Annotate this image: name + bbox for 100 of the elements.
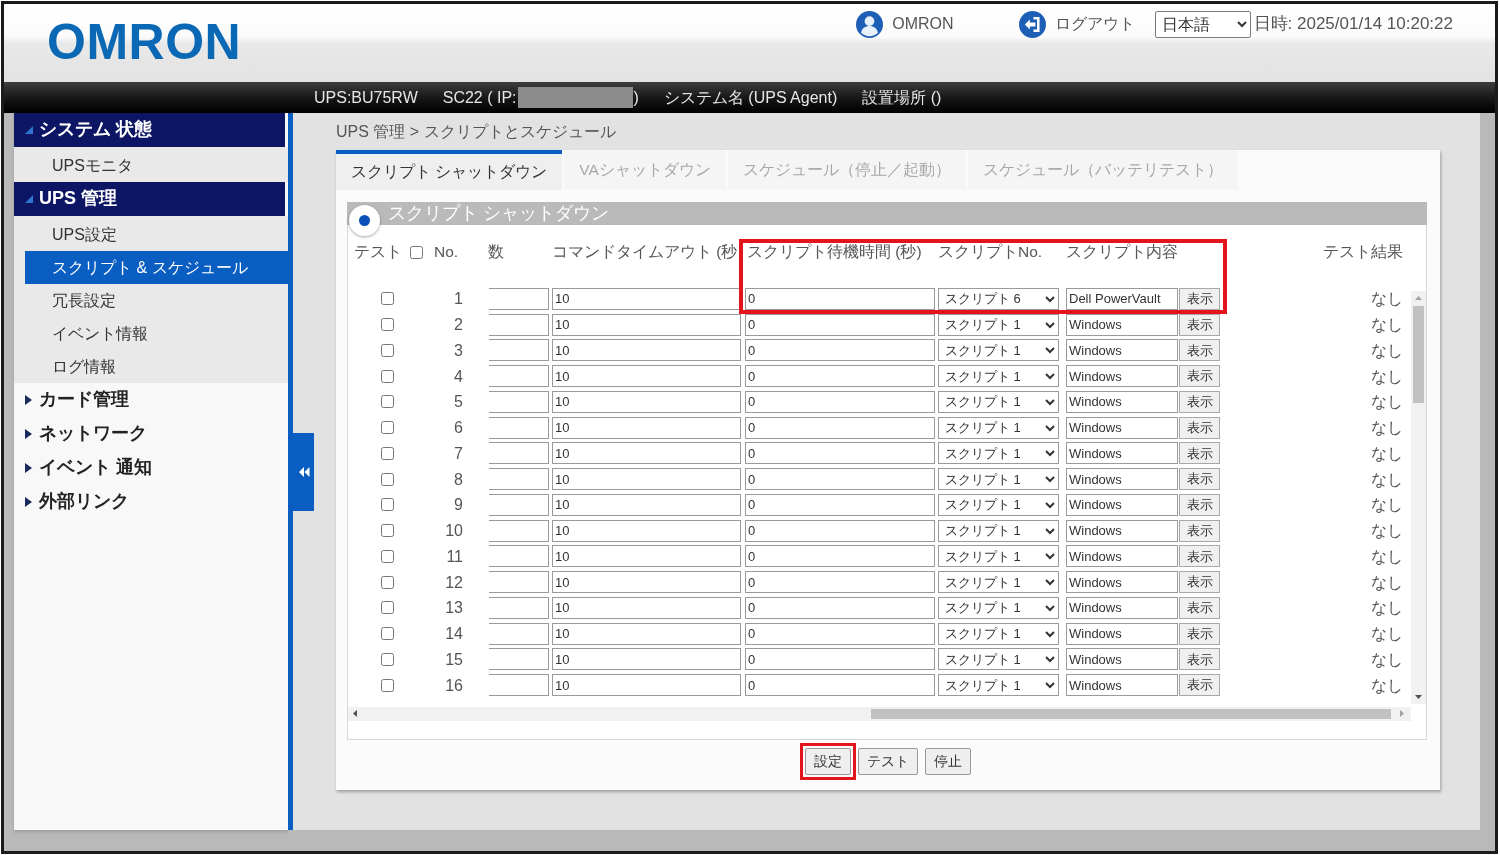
row-checkbox[interactable]	[381, 369, 394, 383]
arrow-right-icon[interactable]	[1400, 710, 1404, 717]
count-field[interactable]	[489, 545, 549, 568]
show-button[interactable]: 表示	[1179, 519, 1220, 542]
timeout-field[interactable]: 10	[552, 365, 741, 388]
sidebar-item[interactable]: ログ情報	[14, 350, 288, 383]
script-content-field[interactable]: Windows	[1066, 519, 1178, 542]
show-button[interactable]: 表示	[1179, 596, 1220, 619]
logout-link[interactable]: ログアウト	[1018, 10, 1135, 38]
show-button[interactable]: 表示	[1179, 339, 1220, 362]
show-button[interactable]: 表示	[1179, 365, 1220, 388]
timeout-field[interactable]: 10	[552, 545, 741, 568]
timeout-field[interactable]: 10	[552, 571, 741, 594]
timeout-field[interactable]: 10	[552, 519, 741, 542]
sidebar-group[interactable]: システム 状態	[14, 113, 285, 147]
script-content-field[interactable]: Windows	[1066, 596, 1178, 619]
script-content-field[interactable]: Windows	[1066, 648, 1178, 671]
stop-button[interactable]: 停止	[925, 748, 971, 775]
script-content-field[interactable]: Windows	[1066, 416, 1178, 439]
wait-time-field[interactable]: 0	[745, 442, 935, 465]
script-select[interactable]: スクリプト 1	[938, 416, 1059, 439]
script-content-field[interactable]: Windows	[1066, 493, 1178, 516]
timeout-field[interactable]: 10	[552, 442, 741, 465]
count-field[interactable]	[489, 468, 549, 491]
radio-button[interactable]	[349, 205, 380, 236]
wait-time-field[interactable]: 0	[745, 365, 935, 388]
script-content-field[interactable]: Windows	[1066, 674, 1178, 697]
sidebar-group[interactable]: イベント 通知	[14, 451, 288, 485]
count-field[interactable]	[489, 339, 549, 362]
script-select[interactable]: スクリプト 1	[938, 390, 1059, 413]
timeout-field[interactable]: 10	[552, 416, 741, 439]
sidebar-item[interactable]: UPSモニタ	[14, 149, 288, 182]
row-checkbox[interactable]	[381, 318, 394, 332]
count-field[interactable]	[489, 674, 549, 697]
timeout-field[interactable]: 10	[552, 674, 741, 697]
script-select[interactable]: スクリプト 1	[938, 519, 1059, 542]
scrollbar-thumb[interactable]	[1413, 306, 1424, 403]
show-button[interactable]: 表示	[1179, 468, 1220, 491]
script-select[interactable]: スクリプト 1	[938, 596, 1059, 619]
count-field[interactable]	[489, 313, 549, 336]
collapse-handle[interactable]	[293, 433, 314, 511]
timeout-field[interactable]: 10	[552, 648, 741, 671]
row-checkbox[interactable]	[381, 498, 394, 512]
count-field[interactable]	[489, 571, 549, 594]
count-field[interactable]	[489, 493, 549, 516]
arrow-up-icon[interactable]	[1415, 296, 1422, 300]
timeout-field[interactable]: 10	[552, 493, 741, 516]
script-content-field[interactable]: Dell PowerVault	[1066, 287, 1178, 310]
wait-time-field[interactable]: 0	[745, 468, 935, 491]
script-select[interactable]: スクリプト 1	[938, 365, 1059, 388]
show-button[interactable]: 表示	[1179, 442, 1220, 465]
count-field[interactable]	[489, 442, 549, 465]
row-checkbox[interactable]	[381, 575, 394, 589]
tab[interactable]: スクリプト シャットダウン	[336, 150, 563, 190]
script-select[interactable]: スクリプト 1	[938, 674, 1059, 697]
count-field[interactable]	[489, 287, 549, 310]
script-select[interactable]: スクリプト 1	[938, 571, 1059, 594]
wait-time-field[interactable]: 0	[745, 545, 935, 568]
timeout-field[interactable]: 10	[552, 287, 741, 310]
count-field[interactable]	[489, 519, 549, 542]
count-field[interactable]	[489, 390, 549, 413]
row-checkbox[interactable]	[381, 472, 394, 486]
timeout-field[interactable]: 10	[552, 596, 741, 619]
horizontal-scrollbar[interactable]	[348, 707, 1411, 721]
count-field[interactable]	[489, 596, 549, 619]
script-select[interactable]: スクリプト 1	[938, 493, 1059, 516]
script-content-field[interactable]: Windows	[1066, 390, 1178, 413]
show-button[interactable]: 表示	[1179, 571, 1220, 594]
wait-time-field[interactable]: 0	[745, 571, 935, 594]
select-all-checkbox[interactable]	[410, 245, 423, 259]
row-checkbox[interactable]	[381, 549, 394, 563]
script-select[interactable]: スクリプト 1	[938, 648, 1059, 671]
timeout-field[interactable]: 10	[552, 339, 741, 362]
show-button[interactable]: 表示	[1179, 287, 1220, 310]
script-select[interactable]: スクリプト 1	[938, 545, 1059, 568]
show-button[interactable]: 表示	[1179, 416, 1220, 439]
sidebar-item[interactable]: UPS設定	[14, 218, 288, 251]
script-content-field[interactable]: Windows	[1066, 339, 1178, 362]
script-content-field[interactable]: Windows	[1066, 468, 1178, 491]
script-content-field[interactable]: Windows	[1066, 571, 1178, 594]
wait-time-field[interactable]: 0	[745, 287, 935, 310]
script-select[interactable]: スクリプト 1	[938, 622, 1059, 645]
script-content-field[interactable]: Windows	[1066, 545, 1178, 568]
wait-time-field[interactable]: 0	[745, 674, 935, 697]
wait-time-field[interactable]: 0	[745, 390, 935, 413]
arrow-left-icon[interactable]	[353, 710, 357, 717]
timeout-field[interactable]: 10	[552, 468, 741, 491]
sidebar-group[interactable]: カード管理	[14, 383, 288, 417]
show-button[interactable]: 表示	[1179, 313, 1220, 336]
show-button[interactable]: 表示	[1179, 648, 1220, 671]
row-checkbox[interactable]	[381, 524, 394, 538]
show-button[interactable]: 表示	[1179, 622, 1220, 645]
wait-time-field[interactable]: 0	[745, 313, 935, 336]
script-content-field[interactable]: Windows	[1066, 442, 1178, 465]
timeout-field[interactable]: 10	[552, 313, 741, 336]
wait-time-field[interactable]: 0	[745, 622, 935, 645]
row-checkbox[interactable]	[381, 627, 394, 641]
show-button[interactable]: 表示	[1179, 390, 1220, 413]
sidebar-group[interactable]: UPS 管理	[14, 182, 285, 216]
count-field[interactable]	[489, 416, 549, 439]
